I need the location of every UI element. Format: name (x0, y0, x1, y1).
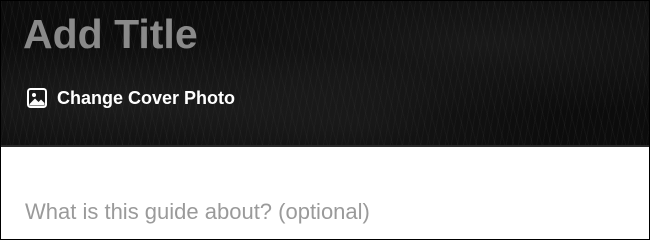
change-cover-photo-button[interactable]: Change Cover Photo (26, 85, 235, 111)
title-input[interactable] (23, 9, 583, 59)
image-icon (26, 87, 48, 109)
cover-photo: Change Cover Photo (1, 1, 649, 145)
description-input[interactable] (25, 195, 625, 229)
cover-divider (1, 145, 649, 147)
change-cover-photo-label: Change Cover Photo (57, 88, 236, 108)
guide-editor: Change Cover Photo (0, 0, 650, 240)
